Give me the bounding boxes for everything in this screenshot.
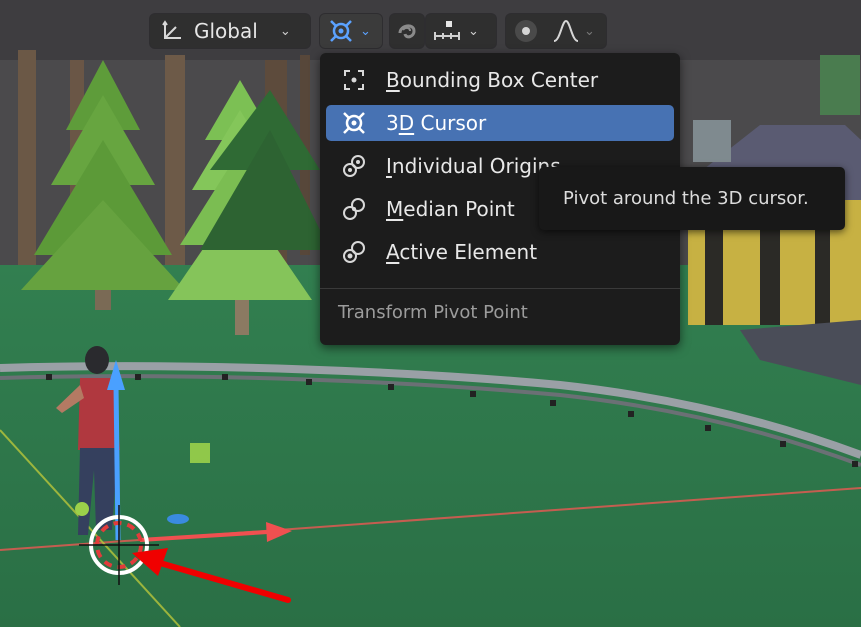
tooltip: Pivot around the 3D cursor. [539, 167, 845, 230]
chevron-down-icon: ⌄ [468, 23, 479, 39]
menu-item-label: Individual Origins [386, 154, 561, 178]
menu-separator [320, 288, 680, 289]
3d-cursor-icon [328, 18, 354, 44]
proportional-editing-group[interactable]: ⌄ [506, 14, 606, 48]
chevron-down-icon: ⌄ [279, 23, 291, 39]
snap-toggle-button[interactable] [390, 14, 424, 48]
pivot-point-dropdown[interactable]: ⌄ [320, 14, 382, 48]
tooltip-text: Pivot around the 3D cursor. [563, 188, 809, 209]
median-point-icon [340, 195, 368, 223]
falloff-curve-icon [552, 18, 580, 44]
3d-cursor-icon [340, 109, 368, 137]
menu-item-label: Median Point [386, 197, 515, 221]
transform-orientation-icon [160, 19, 184, 43]
proportional-edit-icon [512, 17, 540, 45]
menu-item-active-element[interactable]: Active Element [326, 234, 674, 270]
chevron-down-icon: ⌄ [360, 23, 371, 39]
snap-target-dropdown[interactable]: ⌄ [426, 14, 496, 48]
menu-item-label: 3D Cursor [386, 111, 487, 135]
orientation-label: Global [194, 19, 258, 43]
menu-item-label: Active Element [386, 240, 538, 264]
menu-item-3d-cursor[interactable]: 3D Cursor [326, 105, 674, 141]
individual-origins-icon [340, 152, 368, 180]
chevron-down-icon: ⌄ [584, 23, 595, 39]
active-element-icon [340, 238, 368, 266]
bounding-box-center-icon [340, 66, 368, 94]
menu-item-bounding-box-center[interactable]: Bounding Box Center [326, 62, 674, 98]
snap-increment-icon [432, 18, 462, 44]
menu-item-label: Bounding Box Center [386, 68, 599, 92]
blender-viewport-screenshot: Global ⌄ ⌄ ⌄ ⌄ Bounding Box Center 3D Cu… [0, 0, 861, 627]
snap-magnet-icon [394, 18, 420, 44]
menu-title: Transform Pivot Point [338, 302, 528, 323]
transform-orientation-dropdown[interactable]: Global ⌄ [150, 14, 310, 48]
